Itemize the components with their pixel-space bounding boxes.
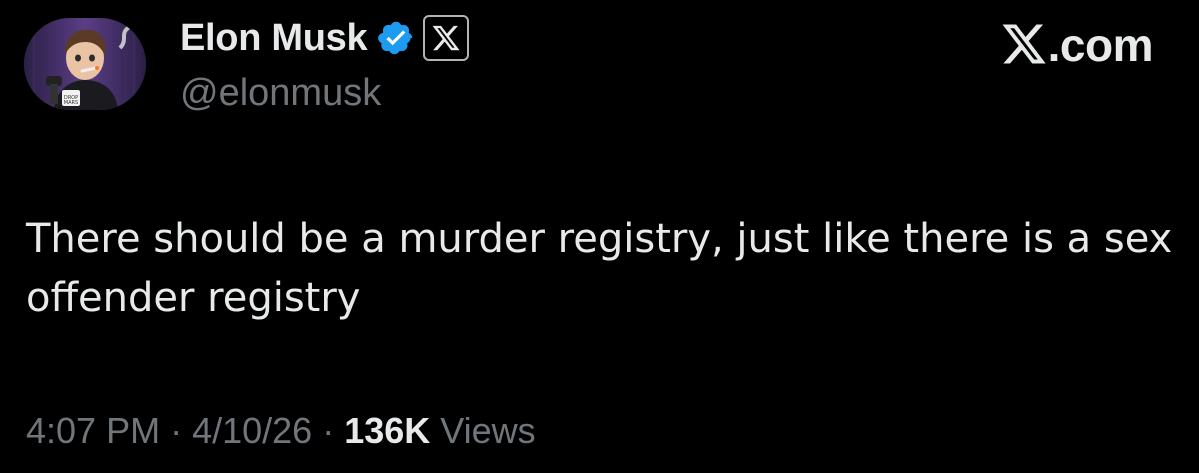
meta-separator: · xyxy=(160,410,193,451)
author-handle[interactable]: @elonmusk xyxy=(180,72,381,115)
author-name-row: Elon Musk xyxy=(180,14,470,62)
views-count[interactable]: 136K xyxy=(344,410,430,451)
avatar[interactable]: DROP MARS xyxy=(24,18,146,110)
x-logo-icon[interactable] xyxy=(423,15,470,61)
views-label: Views xyxy=(440,410,536,451)
tweet-date[interactable]: 4/10/26 xyxy=(192,410,312,451)
verified-check-icon[interactable] xyxy=(377,19,415,57)
tweet-time[interactable]: 4:07 PM xyxy=(26,410,160,451)
meta-separator: · xyxy=(312,410,345,451)
tweet-meta: 4:07 PM · 4/10/26 · 136K Views xyxy=(26,410,536,452)
watermark-text: .com xyxy=(1047,19,1154,71)
tweet-card: DROP MARS Elon Musk @elonmusk .com There… xyxy=(0,0,1199,473)
watermark-x-logo-icon xyxy=(1000,22,1048,68)
svg-text:MARS: MARS xyxy=(64,100,78,106)
watermark: .com xyxy=(1000,19,1154,71)
author-display-name[interactable]: Elon Musk xyxy=(180,17,368,60)
tweet-text: There should be a murder registry, just … xyxy=(26,216,1173,321)
cartoon-avatar-icon: DROP MARS xyxy=(24,18,146,110)
